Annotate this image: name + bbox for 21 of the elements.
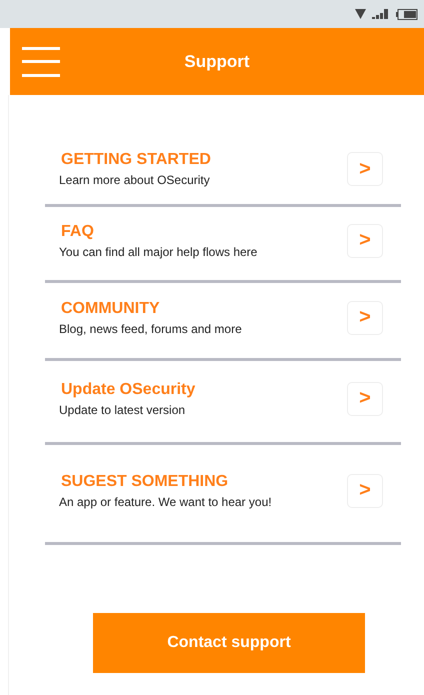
arrow-button[interactable]: > — [347, 474, 383, 508]
arrow-button[interactable]: > — [347, 382, 383, 416]
section-title: SUGEST SOMETHING — [61, 472, 230, 490]
contact-support-button[interactable]: Contact support — [93, 613, 365, 673]
signal-icon — [372, 9, 390, 19]
page-title: Support — [184, 52, 250, 72]
arrow-button[interactable]: > — [347, 300, 383, 334]
battery-icon — [396, 8, 418, 20]
section-title: GETTING STARTED — [61, 151, 211, 169]
section-description: Blog, news feed, forums and more — [59, 322, 242, 336]
section-description: You can find all major help flows here — [59, 244, 258, 258]
section-title: FAQ — [61, 222, 95, 240]
wifi-icon — [355, 9, 366, 19]
section-title: Update OSecurity — [61, 380, 196, 398]
section-description: Learn more about OSecurity — [59, 173, 211, 187]
arrow-button[interactable]: > — [347, 152, 383, 186]
arrow-button[interactable]: > — [347, 224, 383, 258]
section-title: COMMUNITY — [61, 300, 161, 318]
section-description: Update to latest version — [59, 402, 186, 416]
menu-icon[interactable] — [22, 46, 60, 76]
section-description: An app or feature. We want to hear you! — [59, 494, 272, 508]
